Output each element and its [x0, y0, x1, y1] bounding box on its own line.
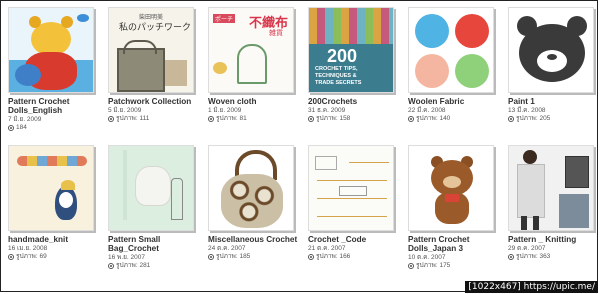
album-count: รูปภาพ: 205 [508, 115, 600, 123]
photo-count-icon [208, 116, 214, 122]
photo-count-icon [8, 125, 14, 131]
album-count-text: รูปภาพ: 69 [16, 253, 47, 260]
album-date: 5 มิ.ย. 2009 [108, 107, 142, 114]
album-tile[interactable]: Crochet _Code 21 ต.ค. 2007 รูปภาพ: 166 [308, 145, 400, 270]
album-title[interactable]: 200Crochets [308, 97, 400, 106]
album-tile[interactable]: 柴田明美 私のパッチワーク Patchwork Collection 5 มิ.… [108, 7, 200, 132]
album-count-text: รูปภาพ: 281 [116, 262, 151, 269]
album-title[interactable]: Woolen Fabric [408, 97, 500, 106]
photo-count-icon [208, 254, 214, 260]
album-date: 29 ต.ค. 2007 [508, 245, 546, 252]
album-count: 184 [8, 124, 100, 132]
thumb-text: TECHNIQUES & [315, 73, 357, 79]
photo-count-icon [508, 116, 514, 122]
album-tile[interactable]: Pattern _ Knitting 29 ต.ค. 2007 รูปภาพ: … [508, 145, 600, 270]
album-thumbnail[interactable] [408, 145, 494, 231]
album-count-text: รูปภาพ: 166 [316, 253, 351, 260]
album-thumbnail[interactable]: 柴田明美 私のパッチワーク [108, 7, 194, 93]
album-count-text: รูปภาพ: 185 [216, 253, 251, 260]
album-thumbnail[interactable] [108, 145, 194, 231]
album-count: รูปภาพ: 175 [408, 262, 500, 270]
album-title[interactable]: Pattern Crochet Dolls_Japan 3 [408, 235, 500, 253]
thumb-text: 200 [327, 46, 358, 66]
album-thumbnail[interactable] [508, 145, 594, 231]
album-date: 16 เม.ย. 2008 [8, 245, 48, 252]
thumb-text: 雑貨 [269, 30, 283, 37]
album-thumbnail[interactable] [408, 7, 494, 93]
album-tile[interactable]: Pattern Crochet Dolls_Japan 3 10 ต.ค. 20… [408, 145, 500, 270]
album-thumbnail[interactable] [508, 7, 594, 93]
photo-count-icon [408, 116, 414, 122]
thumb-text: ポーチ [213, 14, 236, 23]
album-date: 13 มี.ค. 2008 [508, 107, 546, 114]
album-count-text: รูปภาพ: 363 [516, 253, 551, 260]
album-thumbnail[interactable]: 200 CROCHET TIPS, TECHNIQUES & TRADE SEC… [308, 7, 394, 93]
album-tile[interactable]: Paint 1 13 มี.ค. 2008 รูปภาพ: 205 [508, 7, 600, 132]
album-date: 21 ต.ค. 2007 [308, 245, 346, 252]
thumb-text: CROCHET TIPS, [315, 66, 358, 72]
album-count-text: รูปภาพ: 158 [316, 115, 351, 122]
album-thumbnail[interactable]: ポーチ 不織布 雑貨 [208, 7, 294, 93]
album-date: 1 มิ.ย. 2009 [208, 107, 242, 114]
album-date: 31 ธ.ค. 2009 [308, 107, 346, 114]
album-thumbnail[interactable] [8, 145, 94, 231]
album-date: 24 ต.ค. 2007 [208, 245, 246, 252]
album-title[interactable]: Paint 1 [508, 97, 600, 106]
album-tile[interactable]: Pattern Small Bag_Crochet 16 พ.ย. 2007 ร… [108, 145, 200, 270]
album-tile[interactable]: handmade_knit 16 เม.ย. 2008 รูปภาพ: 69 [8, 145, 100, 270]
album-count: รูปภาพ: 69 [8, 253, 100, 261]
album-count: รูปภาพ: 111 [108, 115, 200, 123]
album-thumbnail[interactable] [308, 145, 394, 231]
album-count-text: รูปภาพ: 175 [416, 262, 451, 269]
album-date: 7 มิ.ย. 2009 [8, 116, 42, 123]
photo-count-icon [508, 254, 514, 260]
album-title[interactable]: Crochet _Code [308, 235, 400, 244]
album-tile[interactable]: ポーチ 不織布 雑貨 Woven cloth 1 มิ.ย. 2009 รูปภ… [208, 7, 300, 132]
album-gallery: Pattern Crochet Dolls_English 7 มิ.ย. 20… [0, 0, 598, 292]
album-tile[interactable]: Pattern Crochet Dolls_English 7 มิ.ย. 20… [8, 7, 100, 132]
album-title[interactable]: handmade_knit [8, 235, 100, 244]
album-title[interactable]: Pattern _ Knitting [508, 235, 600, 244]
album-title[interactable]: Pattern Small Bag_Crochet [108, 235, 200, 253]
album-count: รูปภาพ: 281 [108, 262, 200, 270]
album-count-text: รูปภาพ: 140 [416, 115, 451, 122]
album-thumbnail[interactable] [8, 7, 94, 93]
album-title[interactable]: Patchwork Collection [108, 97, 200, 106]
photo-count-icon [108, 263, 114, 269]
photo-count-icon [8, 254, 14, 260]
album-count: รูปภาพ: 185 [208, 253, 300, 261]
photo-count-icon [308, 116, 314, 122]
album-thumbnail[interactable] [208, 145, 294, 231]
album-title[interactable]: Woven cloth [208, 97, 300, 106]
album-count-text: 184 [16, 124, 27, 131]
album-count: รูปภาพ: 166 [308, 253, 400, 261]
thumb-text: 私のパッチワーク [119, 23, 192, 33]
album-date: 22 มี.ค. 2008 [408, 107, 446, 114]
album-count-text: รูปภาพ: 205 [516, 115, 551, 122]
album-count-text: รูปภาพ: 111 [116, 115, 150, 122]
album-title[interactable]: Miscellaneous Crochet [208, 235, 300, 244]
thumb-text: TRADE SECRETS [315, 80, 362, 86]
album-tile[interactable]: Miscellaneous Crochet 24 ต.ค. 2007 รูปภา… [208, 145, 300, 270]
album-tile[interactable]: Woolen Fabric 22 มี.ค. 2008 รูปภาพ: 140 [408, 7, 500, 132]
album-count: รูปภาพ: 158 [308, 115, 400, 123]
album-date: 16 พ.ย. 2007 [108, 254, 146, 261]
photo-count-icon [108, 116, 114, 122]
image-size-watermark: [1022x467] https://upic.me/ [465, 281, 598, 293]
album-tile[interactable]: 200 CROCHET TIPS, TECHNIQUES & TRADE SEC… [308, 7, 400, 132]
photo-count-icon [408, 263, 414, 269]
photo-count-icon [308, 254, 314, 260]
album-count-text: รูปภาพ: 81 [216, 115, 247, 122]
album-grid: Pattern Crochet Dolls_English 7 มิ.ย. 20… [8, 7, 600, 270]
album-count: รูปภาพ: 363 [508, 253, 600, 261]
album-date: 10 ต.ค. 2007 [408, 254, 446, 261]
album-count: รูปภาพ: 140 [408, 115, 500, 123]
album-count: รูปภาพ: 81 [208, 115, 300, 123]
album-title[interactable]: Pattern Crochet Dolls_English [8, 97, 100, 115]
